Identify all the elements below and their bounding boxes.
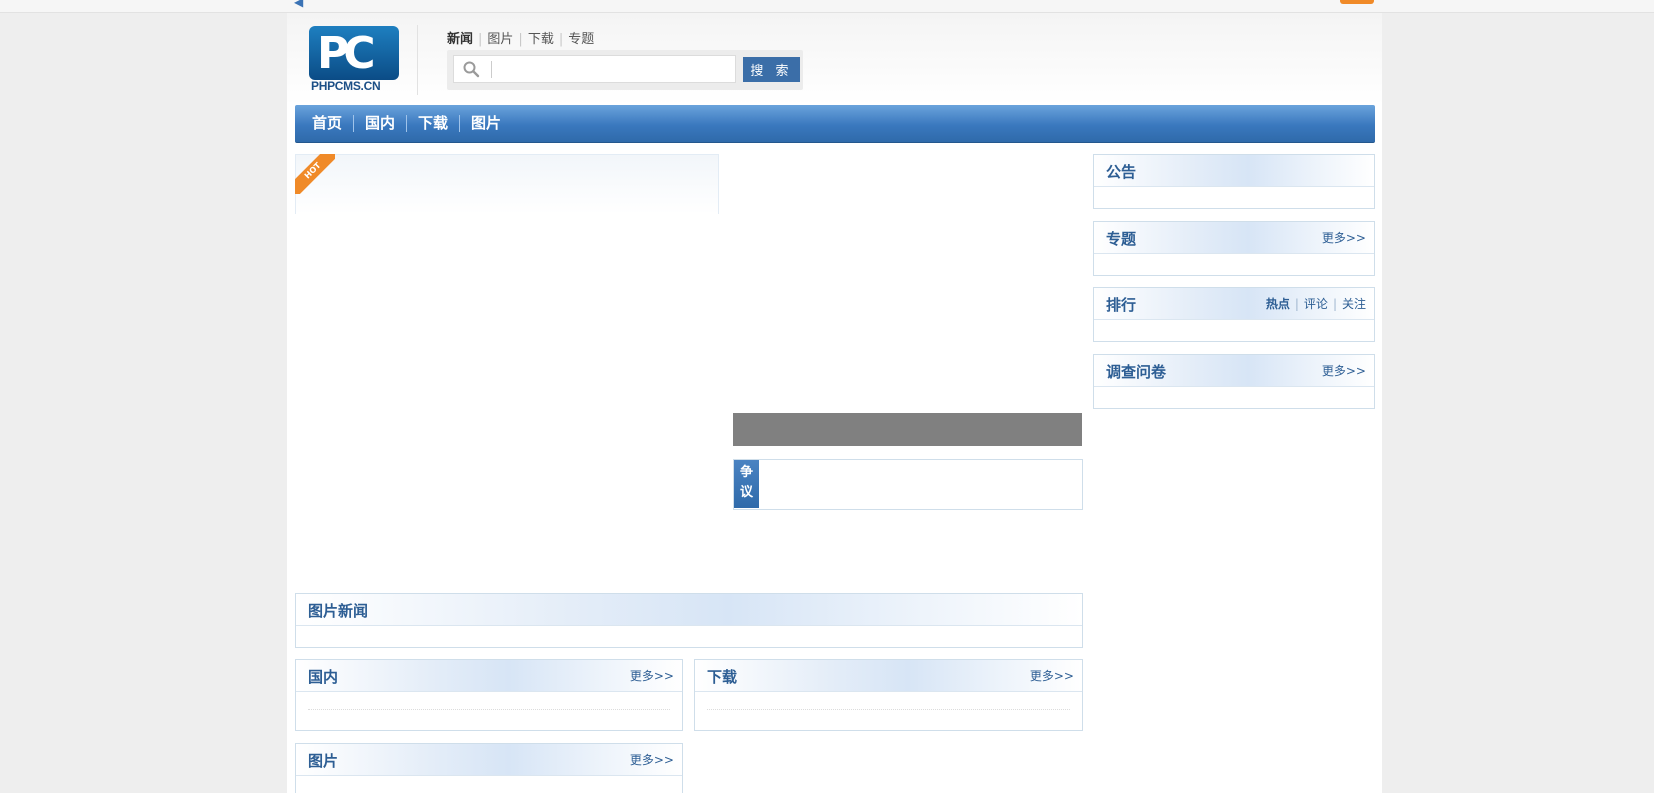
- search-button[interactable]: 搜 索: [743, 57, 800, 82]
- focus-panel: [295, 154, 719, 214]
- channel-tab-topics[interactable]: 专题: [568, 32, 594, 47]
- headline-bar[interactable]: [733, 413, 1082, 446]
- tab-separator: |: [558, 32, 564, 47]
- focus-slideshow: HOT: [295, 154, 719, 564]
- nav-item-home[interactable]: 首页: [301, 105, 353, 142]
- tab-separator: |: [518, 32, 523, 47]
- box-header: 调查问卷 更多>>: [1094, 355, 1374, 387]
- box-header: 图片 更多>>: [296, 744, 682, 776]
- domestic-box: 国内 更多>>: [295, 659, 683, 731]
- download-box: 下载 更多>>: [694, 659, 1083, 731]
- photo-news-box: 图片新闻: [295, 593, 1083, 648]
- dispute-tag-char: 议: [739, 485, 753, 500]
- box-header: 公告: [1094, 155, 1374, 187]
- nav-item-download[interactable]: 下载: [407, 105, 459, 142]
- download-more-link[interactable]: 更多>>: [1030, 667, 1074, 684]
- main-nav: 首页 国内 下载 图片: [295, 105, 1375, 143]
- domestic-more-link[interactable]: 更多>>: [630, 667, 674, 684]
- download-title: 下载: [707, 668, 738, 686]
- search-field[interactable]: [453, 55, 736, 83]
- app-badge[interactable]: [1340, 0, 1374, 4]
- topics-more-link[interactable]: 更多>>: [1322, 229, 1366, 246]
- dispute-tag-char: 争: [739, 465, 753, 480]
- tab-separator: |: [478, 32, 483, 47]
- speaker-icon: ◀: [294, 0, 304, 9]
- tab-separator: |: [1294, 297, 1299, 311]
- box-header: 下载 更多>>: [695, 660, 1082, 692]
- hot-label: HOT: [295, 154, 335, 194]
- box-header: 排行 热点 | 评论 | 关注: [1094, 288, 1374, 320]
- topics-title: 专题: [1106, 230, 1137, 248]
- search-icon: [463, 61, 480, 78]
- tab-separator: |: [1332, 297, 1337, 311]
- dotted-divider: [308, 709, 670, 710]
- search-input[interactable]: [494, 58, 734, 82]
- channel-tabs: 新闻 | 图片 | 下载 | 专题: [447, 28, 594, 47]
- header-divider: [417, 25, 418, 95]
- dotted-divider: [707, 709, 1070, 710]
- search-box: 搜 索: [447, 50, 803, 90]
- domestic-title: 国内: [308, 668, 339, 686]
- page-container: PC PHPCMS.CN 新闻 | 图片 | 下载 | 专题 搜 索 首页 国内 下载 图片: [287, 13, 1382, 793]
- topics-box: 专题 更多>>: [1093, 221, 1375, 276]
- pictures-box: 图片 更多>>: [295, 743, 683, 793]
- ranking-box: 排行 热点 | 评论 | 关注: [1093, 287, 1375, 342]
- box-header: 国内 更多>>: [296, 660, 682, 692]
- ranking-tab-hot[interactable]: 热点: [1266, 297, 1290, 311]
- box-header: 图片新闻: [296, 594, 1082, 626]
- box-header: 专题 更多>>: [1094, 222, 1374, 254]
- site-header: PC PHPCMS.CN 新闻 | 图片 | 下载 | 专题 搜 索: [287, 13, 1382, 105]
- announcement-title: 公告: [1106, 163, 1137, 181]
- survey-box: 调查问卷 更多>>: [1093, 354, 1375, 409]
- pictures-title: 图片: [308, 752, 339, 770]
- search-divider: [491, 61, 492, 78]
- logo-name: PHPCMS.CN: [311, 79, 381, 93]
- survey-more-link[interactable]: 更多>>: [1322, 362, 1366, 379]
- logo-mark: PC: [317, 28, 375, 79]
- channel-tab-pictures[interactable]: 图片: [487, 32, 513, 47]
- pictures-more-link[interactable]: 更多>>: [630, 751, 674, 768]
- photo-news-title: 图片新闻: [308, 602, 369, 620]
- dispute-box: 争 议: [733, 459, 1083, 510]
- hot-ribbon: HOT: [295, 154, 335, 194]
- channel-tab-news[interactable]: 新闻: [447, 32, 473, 47]
- ranking-tab-follow[interactable]: 关注: [1342, 297, 1366, 311]
- top-bar: ◀: [0, 0, 1654, 13]
- announcement-box: 公告: [1093, 154, 1375, 209]
- ranking-tab-comments[interactable]: 评论: [1304, 297, 1328, 311]
- nav-item-pictures[interactable]: 图片: [460, 105, 512, 142]
- survey-title: 调查问卷: [1106, 363, 1167, 381]
- site-logo[interactable]: PC PHPCMS.CN: [309, 26, 399, 93]
- dispute-tag: 争 议: [734, 460, 759, 508]
- ranking-title: 排行: [1106, 296, 1137, 314]
- ranking-tabs: 热点 | 评论 | 关注: [1266, 295, 1366, 312]
- channel-tab-download[interactable]: 下载: [528, 32, 554, 47]
- nav-item-domestic[interactable]: 国内: [354, 105, 406, 142]
